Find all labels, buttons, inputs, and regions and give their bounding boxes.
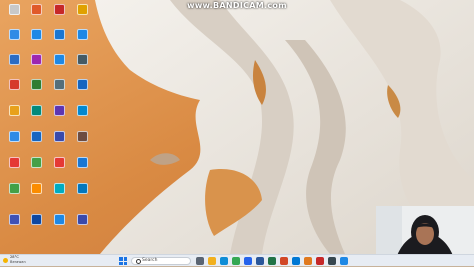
app-icon xyxy=(76,4,88,15)
desktop-icon-col4-row3[interactable] xyxy=(70,52,94,80)
desktop-icon-col2-row9[interactable] xyxy=(24,212,48,240)
taskbar: 28°C Berawan Search xyxy=(0,254,474,266)
app-icon xyxy=(8,4,20,15)
desktop-icon-col2-row7[interactable] xyxy=(24,155,48,183)
desktop-icon-col1-row2[interactable] xyxy=(2,27,26,55)
app-icon xyxy=(76,54,88,65)
desktop-icon-col1-row8[interactable] xyxy=(2,181,26,209)
taskbar-chrome-browser-icon[interactable] xyxy=(232,257,240,265)
taskbar-app-orange-icon[interactable] xyxy=(304,257,312,265)
app-icon xyxy=(53,157,65,168)
app-icon xyxy=(53,4,65,15)
app-icon xyxy=(8,29,20,40)
app-icon xyxy=(76,29,88,40)
desktop-icon-col2-row6[interactable] xyxy=(24,129,48,157)
desktop-icon-col4-row8[interactable] xyxy=(70,181,94,209)
desktop-icon-col4-row2[interactable] xyxy=(70,27,94,55)
app-icon xyxy=(76,214,88,225)
app-icon xyxy=(76,131,88,142)
desktop-icon-col3-row4[interactable] xyxy=(47,77,71,105)
app-icon xyxy=(30,105,42,116)
app-icon xyxy=(8,105,20,116)
desktop-icon-col2-row5[interactable] xyxy=(24,103,48,131)
desktop-icon-col2-row8[interactable] xyxy=(24,181,48,209)
taskbar-app-dark-icon[interactable] xyxy=(328,257,336,265)
app-icon xyxy=(53,79,65,90)
taskbar-powerpoint-icon[interactable] xyxy=(280,257,288,265)
weather-condition: Berawan xyxy=(10,260,26,264)
app-icon xyxy=(76,105,88,116)
app-icon xyxy=(76,157,88,168)
app-icon xyxy=(53,29,65,40)
taskbar-edge-browser-icon[interactable] xyxy=(220,257,228,265)
windows-logo-icon xyxy=(123,257,127,261)
desktop-icon-col2-row2[interactable] xyxy=(24,27,48,55)
desktop-icon-col4-row1[interactable] xyxy=(70,2,94,30)
app-icon xyxy=(30,131,42,142)
desktop-icon-col3-row5[interactable] xyxy=(47,103,71,131)
app-icon xyxy=(8,131,20,142)
app-icon xyxy=(8,183,20,194)
taskbar-store-icon[interactable] xyxy=(244,257,252,265)
app-icon xyxy=(76,79,88,90)
app-icon xyxy=(30,4,42,15)
desktop-icon-col1-row1[interactable] xyxy=(2,2,26,30)
app-icon xyxy=(53,54,65,65)
app-icon xyxy=(53,183,65,194)
app-icon xyxy=(30,29,42,40)
app-icon xyxy=(8,54,20,65)
windows-logo-icon xyxy=(123,261,127,265)
desktop-icon-col1-row3[interactable] xyxy=(2,52,26,80)
windows-logo-icon xyxy=(119,261,123,265)
app-icon xyxy=(30,54,42,65)
desktop-icon-col3-row6[interactable] xyxy=(47,129,71,157)
desktop-icon-col3-row2[interactable] xyxy=(47,27,71,55)
taskbar-app-red-icon[interactable] xyxy=(316,257,324,265)
desktop-icon-col4-row5[interactable] xyxy=(70,103,94,131)
taskbar-word-icon[interactable] xyxy=(256,257,264,265)
desktop-icon-col1-row6[interactable] xyxy=(2,129,26,157)
desktop-icon-col1-row5[interactable] xyxy=(2,103,26,131)
app-icon xyxy=(53,131,65,142)
search-icon xyxy=(136,259,141,265)
desktop-icon-col4-row7[interactable] xyxy=(70,155,94,183)
desktop-icon-col3-row9[interactable] xyxy=(47,212,71,240)
desktop-icon-col1-row9[interactable] xyxy=(2,212,26,240)
taskbar-file-explorer-icon[interactable] xyxy=(208,257,216,265)
app-icon xyxy=(30,183,42,194)
taskbar-excel-icon[interactable] xyxy=(268,257,276,265)
desktop-icon-col3-row1[interactable] xyxy=(47,2,71,30)
search-placeholder: Search xyxy=(142,258,158,264)
desktop-icon-col4-row4[interactable] xyxy=(70,77,94,105)
desktop-icon-col2-row1[interactable] xyxy=(24,2,48,30)
taskbar-app-blue-icon[interactable] xyxy=(340,257,348,265)
desktop-icon-col4-row9[interactable] xyxy=(70,212,94,240)
taskbar-search-box[interactable]: Search xyxy=(131,257,191,265)
desktop-icon-col1-row7[interactable] xyxy=(2,155,26,183)
start-button[interactable] xyxy=(119,257,127,265)
app-icon xyxy=(30,157,42,168)
app-icon xyxy=(53,105,65,116)
weather-temperature: 28°C xyxy=(10,255,19,259)
app-icon xyxy=(76,183,88,194)
taskbar-task-view-icon[interactable] xyxy=(196,257,204,265)
app-icon xyxy=(53,214,65,225)
desktop-icon-col4-row6[interactable] xyxy=(70,129,94,157)
app-icon xyxy=(8,79,20,90)
desktop-icon-col2-row3[interactable] xyxy=(24,52,48,80)
desktop-icon-col3-row8[interactable] xyxy=(47,181,71,209)
taskbar-vscode-icon[interactable] xyxy=(292,257,300,265)
app-icon xyxy=(30,214,42,225)
desktop-icon-col3-row7[interactable] xyxy=(47,155,71,183)
app-icon xyxy=(30,79,42,90)
desktop-icon-col3-row3[interactable] xyxy=(47,52,71,80)
app-icon xyxy=(8,214,20,225)
windows-logo-icon xyxy=(119,257,123,261)
weather-sun-icon xyxy=(3,258,8,263)
desktop-icon-col2-row4[interactable] xyxy=(24,77,48,105)
app-icon xyxy=(8,157,20,168)
desktop-icon-col1-row4[interactable] xyxy=(2,77,26,105)
